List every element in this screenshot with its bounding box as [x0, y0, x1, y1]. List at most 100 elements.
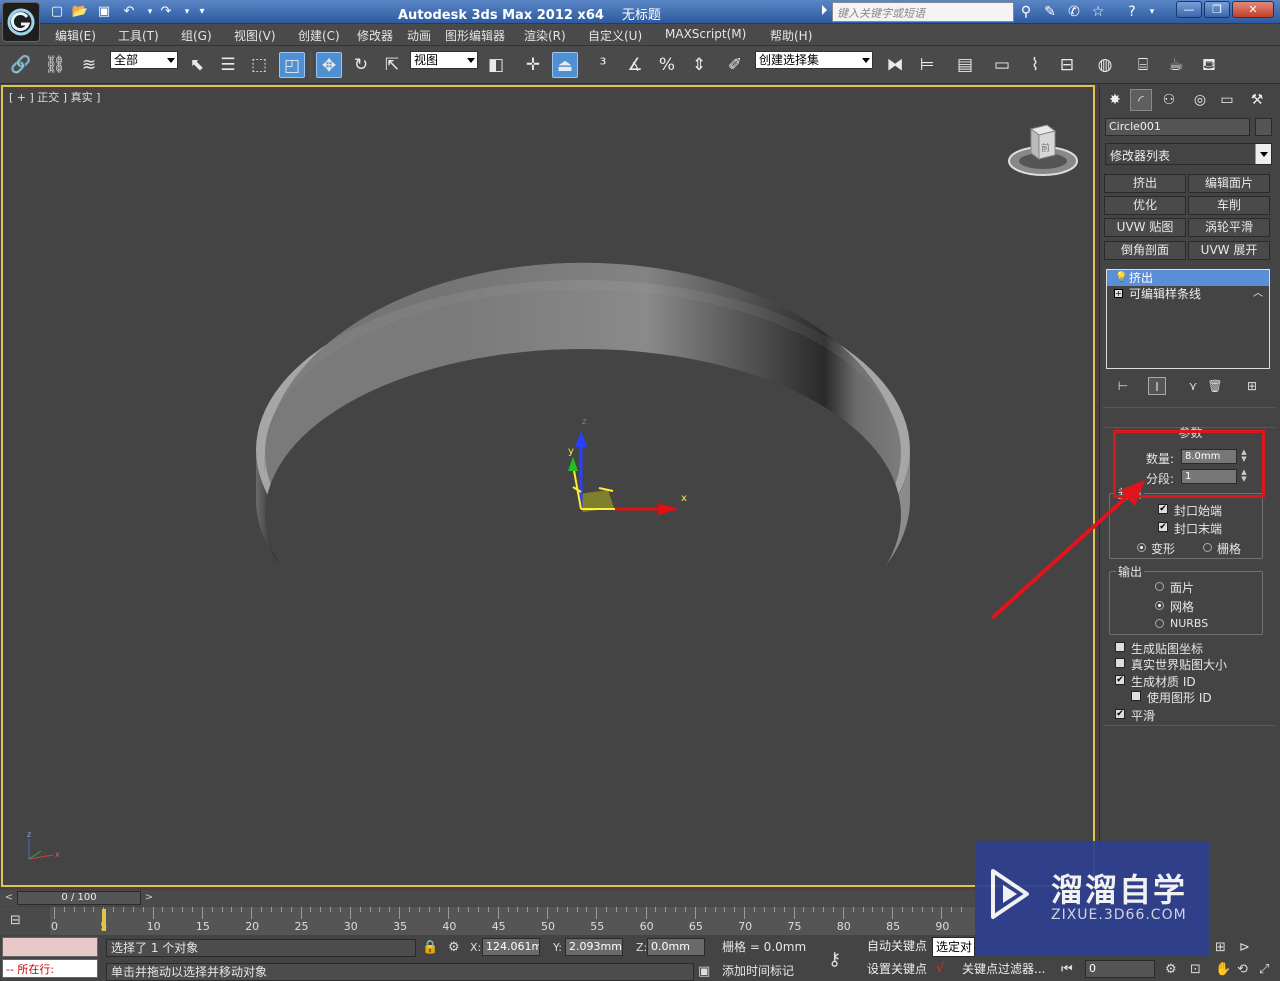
maximize-viewport-icon[interactable]: ⤢: [1259, 962, 1269, 977]
undo-icon[interactable]: ↶: [120, 3, 138, 21]
real-world-size-checkbox[interactable]: [1115, 658, 1125, 668]
cap-end-checkbox[interactable]: ✔: [1158, 522, 1168, 532]
expand-plus-icon[interactable]: +: [1114, 289, 1123, 298]
maxscript-listener-mini[interactable]: [2, 937, 98, 957]
modifier-button-edit-patch[interactable]: 编辑面片: [1188, 174, 1270, 193]
modifier-button-optimize[interactable]: 优化: [1104, 196, 1186, 215]
zoom-extents-icon[interactable]: ⊡: [1190, 962, 1201, 977]
hierarchy-tab-icon[interactable]: ⚇: [1158, 89, 1180, 111]
lightbulb-icon[interactable]: 💡: [1115, 270, 1127, 286]
add-time-tag-button[interactable]: 添加时间标记: [718, 963, 818, 981]
pin-stack-icon[interactable]: ⊢: [1114, 377, 1132, 395]
customize-qat-icon[interactable]: ▾: [193, 3, 211, 21]
stack-item-editable-spline[interactable]: + 可编辑样条线 ︿: [1107, 286, 1269, 302]
keyboard-shortcut-override-icon[interactable]: ⏏: [552, 52, 578, 78]
morph-radio[interactable]: [1137, 543, 1146, 552]
app-menu-button[interactable]: [2, 2, 40, 42]
modifier-button-lathe[interactable]: 车削: [1188, 196, 1270, 215]
absolute-mode-icon[interactable]: ⚙: [448, 940, 460, 955]
modifier-button-unwrap-uvw[interactable]: UVW 展开: [1188, 241, 1270, 260]
help-icon[interactable]: ?: [1122, 3, 1142, 21]
align-icon[interactable]: ⊨: [914, 52, 940, 78]
favorites-icon[interactable]: ☆: [1088, 3, 1108, 21]
menu-customize[interactable]: 自定义(U): [588, 27, 642, 44]
save-file-icon[interactable]: ▣: [95, 3, 113, 21]
menu-modifiers[interactable]: 修改器: [357, 27, 393, 44]
scene-canvas[interactable]: z y x z x: [3, 87, 1093, 885]
curve-editor-icon[interactable]: ⌇: [1022, 52, 1048, 78]
orbit-icon[interactable]: ⟲: [1237, 962, 1248, 977]
redo-icon[interactable]: ↷: [157, 3, 175, 21]
y-coordinate-input[interactable]: 2.093mm: [565, 938, 623, 956]
key-filters-label[interactable]: 关键点过滤器...: [959, 960, 1069, 980]
bind-to-space-warp-icon[interactable]: ≋: [76, 52, 102, 78]
go-to-start-icon[interactable]: ⏮: [1061, 962, 1073, 977]
select-and-link-icon[interactable]: 🔗: [8, 52, 34, 78]
menu-graph-editors[interactable]: 图形编辑器: [445, 27, 505, 44]
menu-views[interactable]: 视图(V): [234, 27, 276, 44]
window-crossing-icon[interactable]: ◰: [279, 52, 305, 78]
select-and-manipulate-icon[interactable]: ✛: [520, 52, 546, 78]
viewport-perspective[interactable]: [ + ] 正交 ] 真实 ] z y x z x 前: [1, 85, 1095, 887]
time-next-icon[interactable]: >: [142, 891, 156, 905]
pan-view-icon[interactable]: ✋: [1215, 962, 1231, 977]
menu-animation[interactable]: 动画: [407, 27, 431, 44]
angle-snap-icon[interactable]: ∡: [622, 52, 648, 78]
unlink-icon[interactable]: ⛓: [42, 52, 68, 78]
restore-button[interactable]: ❐: [1204, 1, 1230, 18]
zoom-all-icon[interactable]: ⊞: [1215, 940, 1226, 955]
key-tangent-icon[interactable]: √: [936, 961, 944, 976]
search-input[interactable]: 键入关键字或短语: [832, 2, 1014, 22]
grid-radio[interactable]: [1203, 543, 1212, 552]
mirror-icon[interactable]: ⧓: [882, 52, 908, 78]
utilities-tab-icon[interactable]: ⚒: [1246, 89, 1268, 111]
search-expand-icon[interactable]: [822, 5, 827, 15]
help-dropdown-icon[interactable]: ▾: [1142, 3, 1162, 21]
set-key-mode-icon[interactable]: ⚷: [828, 949, 841, 970]
menu-edit[interactable]: 编辑(E): [55, 27, 96, 44]
output-nurbs-radio[interactable]: [1155, 619, 1164, 628]
auto-key-button[interactable]: 自动关键点: [864, 937, 930, 957]
listener-line-label[interactable]: -- 所在行:: [2, 959, 98, 978]
spinner-snap-icon[interactable]: ⇕: [686, 52, 712, 78]
menu-maxscript[interactable]: MAXScript(M): [665, 27, 746, 41]
smooth-checkbox[interactable]: ✔: [1115, 709, 1125, 719]
close-button[interactable]: ✕: [1232, 1, 1274, 18]
modifier-button-bevel-profile[interactable]: 倒角剖面: [1104, 241, 1186, 260]
rectangular-selection-icon[interactable]: ⬚: [246, 52, 272, 78]
mini-curve-editor-icon[interactable]: ⊟: [10, 913, 21, 928]
display-tab-icon[interactable]: ▭: [1216, 89, 1238, 111]
menu-tools[interactable]: 工具(T): [118, 27, 159, 44]
menu-rendering[interactable]: 渲染(R): [524, 27, 566, 44]
time-prev-icon[interactable]: <: [2, 891, 16, 905]
use-shape-id-checkbox[interactable]: [1131, 691, 1141, 701]
object-name-field[interactable]: Circle001: [1105, 118, 1250, 136]
graphite-ribbon-icon[interactable]: ▭: [989, 52, 1015, 78]
render-production-icon[interactable]: ⛾: [1196, 52, 1222, 78]
remove-modifier-icon[interactable]: 🗑: [1206, 377, 1224, 395]
time-slider[interactable]: 0 / 100: [17, 891, 141, 905]
modifier-list-dropdown[interactable]: 修改器列表: [1105, 143, 1272, 165]
render-setup-icon[interactable]: ⌸: [1130, 52, 1156, 78]
generate-mapping-checkbox[interactable]: [1115, 642, 1125, 652]
selection-lock-icon[interactable]: 🔒: [422, 940, 438, 955]
modifier-button-uvw-map[interactable]: UVW 贴图: [1104, 218, 1186, 237]
stack-item-extrude[interactable]: 💡 挤出: [1107, 270, 1269, 286]
select-and-rotate-icon[interactable]: ↻: [348, 52, 374, 78]
percent-snap-icon[interactable]: %: [654, 52, 680, 78]
schematic-view-icon[interactable]: ⊟: [1054, 52, 1080, 78]
minimize-button[interactable]: —: [1176, 1, 1202, 18]
generate-material-id-checkbox[interactable]: ✔: [1115, 675, 1125, 685]
field-of-view-icon[interactable]: ⊳: [1239, 940, 1250, 955]
communication-icon[interactable]: ✆: [1064, 3, 1084, 21]
selected-dropdown[interactable]: 选定对: [932, 937, 975, 957]
subscription-icon[interactable]: ✎: [1040, 3, 1060, 21]
time-config-icon[interactable]: ⚙: [1165, 962, 1177, 977]
material-editor-icon[interactable]: ◍: [1092, 52, 1118, 78]
x-coordinate-input[interactable]: 124.061mm: [482, 938, 540, 956]
menu-help[interactable]: 帮助(H): [770, 27, 812, 44]
current-frame-input[interactable]: 0: [1085, 960, 1155, 978]
object-color-swatch[interactable]: [1255, 118, 1272, 136]
edit-named-selection-icon[interactable]: ✐: [722, 52, 748, 78]
menu-group[interactable]: 组(G): [181, 27, 212, 44]
